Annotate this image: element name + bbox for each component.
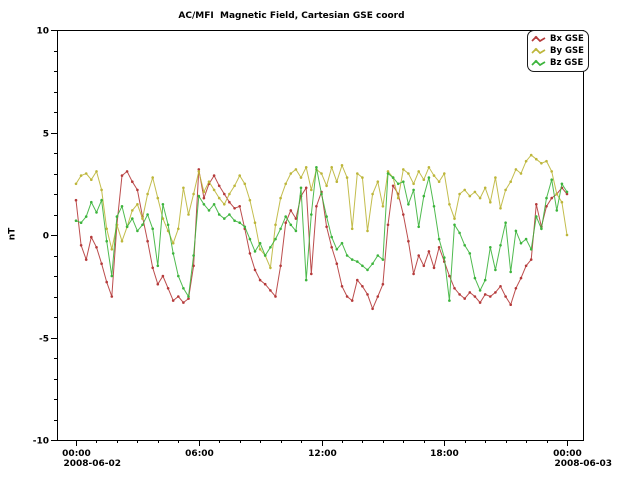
- x-date-label: 2008-06-03: [555, 459, 613, 469]
- legend-label-bz: Bz GSE: [550, 58, 583, 68]
- legend: Bx GSE By GSE Bz GSE: [527, 30, 589, 72]
- plot-window: AC/MFI Magnetic Field, Cartesian GSE coo…: [0, 0, 640, 480]
- bx-gse-line: [76, 169, 567, 308]
- by-series-line-icon: [531, 47, 548, 56]
- x-tick-label: 00:00: [553, 449, 582, 459]
- plot-area: 1050-5-1000:002008-06-0206:0012:0018:000…: [0, 0, 640, 480]
- y-tick-label: 5: [43, 130, 49, 140]
- by-gse-markers: [75, 154, 569, 269]
- legend-item-bx: Bx GSE: [531, 33, 584, 45]
- legend-item-bz: Bz GSE: [531, 57, 584, 69]
- legend-label-by: By GSE: [550, 46, 584, 56]
- x-tick-label: 06:00: [185, 449, 214, 459]
- y-tick-label: 0: [43, 232, 49, 242]
- x-tick-label: 00:00: [62, 449, 91, 459]
- x-date-label: 2008-06-02: [64, 459, 122, 469]
- y-tick-label: -5: [39, 335, 49, 345]
- bz-series-line-icon: [531, 59, 548, 68]
- bz-gse-markers: [75, 166, 569, 302]
- plot-frame: [58, 31, 584, 441]
- bx-series-line-icon: [531, 35, 548, 44]
- y-tick-label: -10: [33, 437, 49, 447]
- x-tick-label: 18:00: [430, 449, 459, 459]
- axis-tick-labels: 1050-5-1000:002008-06-0206:0012:0018:000…: [33, 27, 612, 470]
- y-tick-label: 10: [36, 27, 49, 37]
- legend-item-by: By GSE: [531, 45, 584, 57]
- x-tick-label: 12:00: [308, 449, 337, 459]
- legend-label-bx: Bx GSE: [550, 34, 584, 44]
